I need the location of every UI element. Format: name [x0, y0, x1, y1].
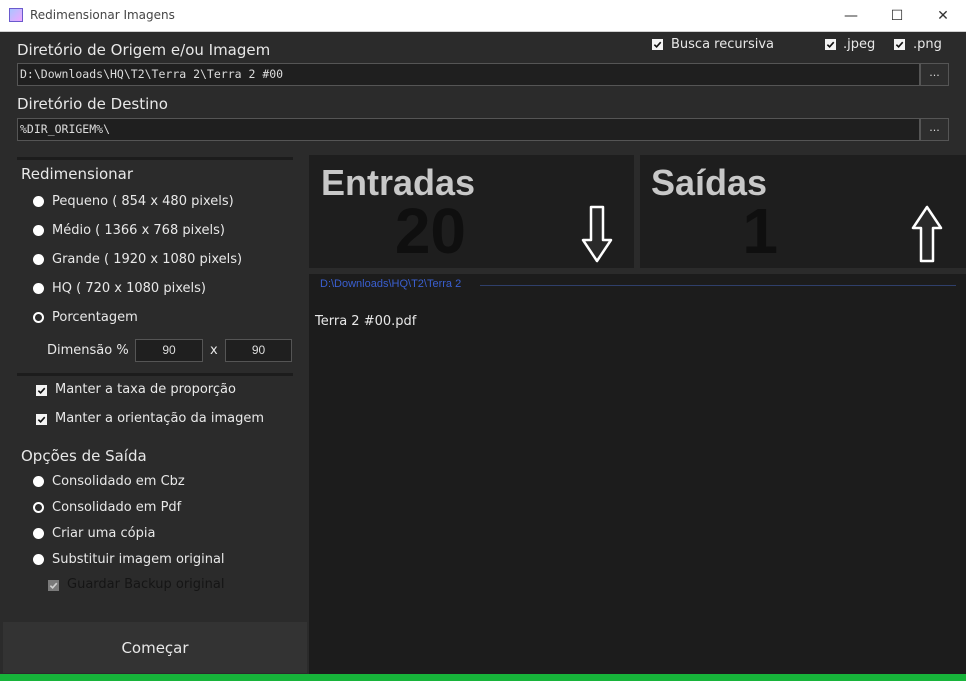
window-title: Redimensionar Imagens: [30, 8, 175, 22]
keep-orientation-label: Manter a orientação da imagem: [55, 411, 265, 426]
jpeg-checkbox[interactable]: [825, 39, 836, 50]
arrow-down-icon: [581, 205, 613, 263]
output-pdf-radio[interactable]: [33, 502, 44, 513]
output-pdf-label: Consolidado em Pdf: [52, 500, 182, 515]
output-cbz-label: Consolidado em Cbz: [52, 474, 185, 489]
check-icon: [49, 582, 58, 590]
dest-browse-button[interactable]: ...: [920, 118, 949, 141]
check-icon: [37, 416, 46, 424]
start-button[interactable]: Começar: [3, 622, 307, 673]
inputs-count: 20: [394, 195, 466, 267]
maximize-button[interactable]: ☐: [874, 0, 920, 31]
check-icon: [895, 41, 904, 49]
keep-ratio-checkbox[interactable]: [36, 385, 47, 396]
arrow-up-icon: [911, 205, 943, 263]
resize-percent-radio[interactable]: [33, 312, 44, 323]
resize-percent-label: Porcentagem: [52, 310, 138, 325]
jpeg-label: .jpeg: [843, 37, 876, 52]
outputs-count: 1: [742, 195, 778, 267]
resize-small-label: Pequeno ( 854 x 480 pixels): [52, 194, 234, 209]
output-title: Opções de Saída: [21, 447, 147, 465]
backup-checkbox[interactable]: [48, 580, 59, 591]
recursive-label: Busca recursiva: [671, 37, 775, 52]
resize-hq-radio[interactable]: [33, 283, 44, 294]
recursive-checkbox[interactable]: [652, 39, 663, 50]
resize-large-label: Grande ( 1920 x 1080 pixels): [52, 252, 243, 267]
png-checkbox[interactable]: [894, 39, 905, 50]
maximize-icon: ☐: [890, 7, 904, 24]
dest-input[interactable]: %DIR_ORIGEM%\: [17, 118, 920, 141]
close-icon: ✕: [937, 7, 949, 24]
resize-hq-label: HQ ( 720 x 1080 pixels): [52, 281, 206, 296]
width-percent-input[interactable]: 90: [135, 339, 203, 362]
list-item[interactable]: Terra 2 #00.pdf: [315, 314, 416, 329]
output-copy-label: Criar uma cópia: [52, 526, 156, 541]
dimension-x-label: x: [210, 343, 218, 358]
check-icon: [653, 41, 662, 49]
file-list[interactable]: [309, 274, 966, 674]
check-icon: [826, 41, 835, 49]
close-button[interactable]: ✕: [920, 0, 966, 31]
title-bar: Redimensionar Imagens — ☐ ✕: [0, 0, 966, 32]
resize-small-radio[interactable]: [33, 196, 44, 207]
keep-ratio-label: Manter a taxa de proporção: [55, 382, 236, 397]
height-percent-input[interactable]: 90: [225, 339, 292, 362]
source-input[interactable]: D:\Downloads\HQ\T2\Terra 2\Terra 2 #00: [17, 63, 920, 86]
dest-label: Diretório de Destino: [17, 95, 168, 113]
group-divider: [480, 285, 956, 286]
list-group-header: D:\Downloads\HQ\T2\Terra 2: [320, 278, 462, 290]
dimension-label: Dimensão %: [47, 343, 129, 358]
minimize-button[interactable]: —: [828, 0, 874, 31]
app-icon: [9, 8, 23, 22]
resize-medium-label: Médio ( 1366 x 768 pixels): [52, 223, 225, 238]
divider: [17, 373, 293, 376]
keep-orientation-checkbox[interactable]: [36, 414, 47, 425]
resize-medium-radio[interactable]: [33, 225, 44, 236]
source-browse-button[interactable]: ...: [920, 63, 949, 86]
backup-label: Guardar Backup original: [67, 577, 225, 592]
output-cbz-radio[interactable]: [33, 476, 44, 487]
output-replace-label: Substituir imagem original: [52, 552, 225, 567]
minimize-icon: —: [844, 7, 858, 24]
progress-bar: [0, 674, 966, 681]
check-icon: [37, 387, 46, 395]
resize-large-radio[interactable]: [33, 254, 44, 265]
png-label: .png: [913, 37, 942, 52]
source-label: Diretório de Origem e/ou Imagem: [17, 41, 271, 59]
output-copy-radio[interactable]: [33, 528, 44, 539]
output-replace-radio[interactable]: [33, 554, 44, 565]
divider: [17, 157, 293, 160]
resize-title: Redimensionar: [21, 165, 134, 183]
